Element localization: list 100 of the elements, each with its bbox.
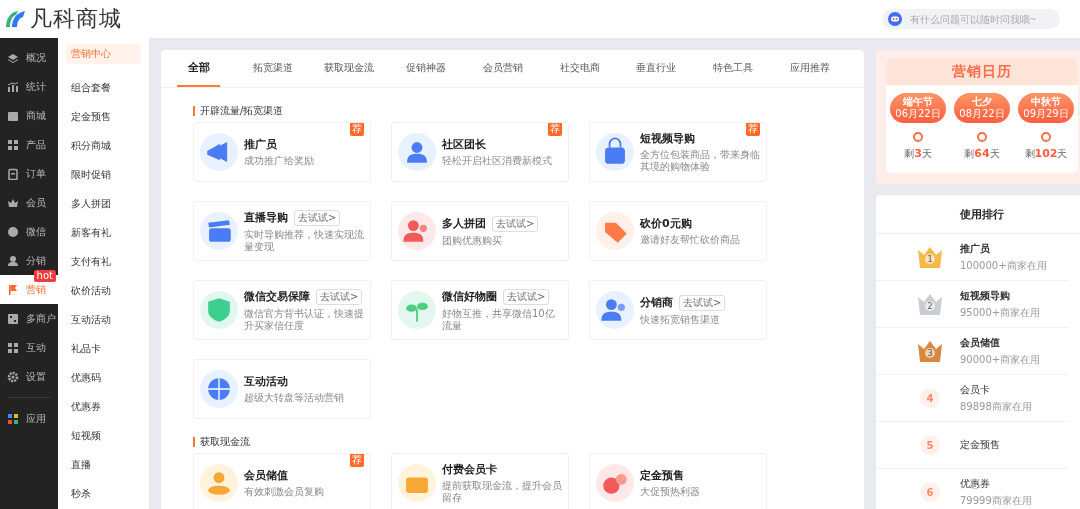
tab[interactable]: 促销神器 xyxy=(387,50,465,87)
ranking-name: 会员储值 xyxy=(960,335,1001,350)
ranking-title: 使用排行 xyxy=(876,195,1080,234)
card-description: 全方位包装商品，带来身临其境的购物体验 xyxy=(640,149,761,173)
card-description: 轻松开启社区消费新模式 xyxy=(442,155,552,167)
nav-item[interactable]: 应用 xyxy=(0,404,58,433)
card-description: 邀请好友帮忙砍价商品 xyxy=(640,234,740,246)
tab[interactable]: 垂直行业 xyxy=(617,50,695,87)
usage-count: 89898商家在用 xyxy=(960,399,1032,414)
tab[interactable]: 应用推荐 xyxy=(771,50,849,87)
recommend-badge: 荐 xyxy=(746,123,760,136)
logo-text: 凡科商城 xyxy=(30,5,122,33)
rank-number: 5 xyxy=(920,435,940,455)
card-title: 多人拼团 xyxy=(442,216,486,231)
card-title: 定金预售 xyxy=(640,468,684,483)
submenu-item[interactable]: 直播 xyxy=(66,450,141,479)
submenu-item[interactable]: 短视频 xyxy=(66,421,141,450)
feature-card[interactable]: 荐 会员储值 有效刺激会员复购 xyxy=(193,453,371,509)
nav-item[interactable]: 概况 xyxy=(0,43,58,72)
festival-name: 中秋节 xyxy=(1031,96,1061,108)
nav-item[interactable]: 会员 xyxy=(0,188,58,217)
feature-card[interactable]: 荐 短视频导购 全方位包装商品，带来身临其境的购物体验 xyxy=(589,122,767,182)
recommend-badge: 荐 xyxy=(548,123,562,136)
submenu-item[interactable]: 互动活动 xyxy=(66,305,141,334)
feature-card[interactable]: 砍价0元购 邀请好友帮忙砍价商品 xyxy=(589,201,767,261)
submenu-item[interactable]: 定金预售 xyxy=(66,102,141,131)
clipboard-icon xyxy=(7,167,19,180)
rank-number: 4 xyxy=(920,388,940,408)
submenu-item[interactable]: 限时促销 xyxy=(66,160,141,189)
try-button[interactable]: 去试试> xyxy=(679,294,726,311)
feature-card[interactable]: 分销商 去试试> 快速拓宽销售渠道 xyxy=(589,280,767,340)
feature-card[interactable]: 微信好物圈 去试试> 好物互推，共享微信10亿流量 xyxy=(391,280,569,340)
wheel-icon xyxy=(200,370,238,408)
days-remaining: 剩3天 xyxy=(904,147,932,161)
shield-icon xyxy=(200,291,238,329)
grid-icon xyxy=(7,138,19,151)
people-icon xyxy=(398,212,436,250)
card-title: 推广员 xyxy=(244,137,277,152)
submenu-item[interactable]: 秒杀 xyxy=(66,479,141,508)
card-title: 微信交易保障 xyxy=(244,289,310,304)
people-icon xyxy=(596,291,634,329)
feature-card[interactable]: 微信交易保障 去试试> 微信官方背书认证，快速提升买家信任度 xyxy=(193,280,371,340)
card-description: 团购优惠购买 xyxy=(442,234,503,247)
try-button[interactable]: 去试试> xyxy=(316,288,363,305)
submenu-item[interactable]: 积分商城 xyxy=(66,131,141,160)
nav-item[interactable]: 微信 xyxy=(0,217,58,246)
tab[interactable]: 获取现金流 xyxy=(311,50,388,87)
submenu-item[interactable]: 优惠码 xyxy=(66,363,141,392)
feature-card[interactable]: 荐 社区团长 轻松开启社区消费新模式 xyxy=(391,122,569,182)
feature-card[interactable]: 付费会员卡 提前获取现金流，提升会员留存 xyxy=(391,453,569,509)
nav-item[interactable]: 统计 xyxy=(0,72,58,101)
tab[interactable]: 社交电商 xyxy=(541,50,618,87)
timeline-dot xyxy=(1041,132,1051,142)
section-title: 开辟流量/拓宽渠道 xyxy=(193,106,864,116)
ranking-name: 推广员 xyxy=(960,241,991,256)
days-remaining: 剩102天 xyxy=(1024,147,1068,161)
card-description: 大促预热利器 xyxy=(640,486,700,498)
festival-name: 端午节 xyxy=(903,96,933,108)
card-title: 微信好物圈 xyxy=(442,289,497,304)
try-button[interactable]: 去试试> xyxy=(503,288,550,305)
card-title: 付费会员卡 xyxy=(442,462,497,477)
submenu-item[interactable]: 礼品卡 xyxy=(66,334,141,363)
nav-item[interactable]: 多商户 xyxy=(0,304,58,333)
card-description: 超级大转盘等活动营销 xyxy=(244,392,344,404)
festival-date: 08月22日 xyxy=(959,108,1005,120)
tab[interactable]: 全部 xyxy=(177,50,221,87)
card-title: 分销商 xyxy=(640,295,673,310)
card-title: 砍价0元购 xyxy=(640,216,692,231)
chart-icon xyxy=(7,80,19,93)
try-button[interactable]: 去试试> xyxy=(492,215,539,232)
submenu-item[interactable]: 组合套餐 xyxy=(66,73,141,102)
ranking-name: 会员卡 xyxy=(960,382,991,397)
submenu-item[interactable]: 多人拼团 xyxy=(66,189,141,218)
logo-icon xyxy=(4,9,26,29)
card-title: 直播导购 xyxy=(244,210,288,225)
nav-item[interactable]: 商城 xyxy=(0,101,58,130)
card-description: 实时导购推荐，快速实现流量变现 xyxy=(244,228,365,253)
feature-card[interactable]: 荐 推广员 成功推广给奖励 xyxy=(193,122,371,182)
timeline-dot xyxy=(977,132,987,142)
tab[interactable]: 特色工具 xyxy=(694,50,772,87)
nav-item[interactable]: 设置 xyxy=(0,362,58,391)
feature-card[interactable]: 多人拼团 去试试> 团购优惠购买 xyxy=(391,201,569,261)
submenu-item[interactable]: 支付有礼 xyxy=(66,247,141,276)
feature-card[interactable]: 定金预售 大促预热利器 xyxy=(589,453,767,509)
timeline-dot xyxy=(913,132,923,142)
nav-item[interactable]: 订单 xyxy=(0,159,58,188)
tab[interactable]: 拓宽渠道 xyxy=(234,50,311,87)
submenu-item[interactable]: 新客有礼 xyxy=(66,218,141,247)
feature-card[interactable]: 互动活动 超级大转盘等活动营销 xyxy=(193,359,371,419)
search-field[interactable]: 有什么问题可以随时问我哦~ xyxy=(882,9,1060,29)
try-button[interactable]: 去试试> xyxy=(294,209,341,226)
feature-card[interactable]: 直播导购 去试试> 实时导购推荐，快速实现流量变现 xyxy=(193,201,371,261)
tab[interactable]: 会员营销 xyxy=(464,50,542,87)
card-description: 成功推广给奖励 xyxy=(244,155,314,167)
usage-count: 90000+商家在用 xyxy=(960,352,1041,367)
usage-count: 100000+商家在用 xyxy=(960,258,1047,273)
nav-item[interactable]: 互动 xyxy=(0,333,58,362)
nav-item[interactable]: 产品 xyxy=(0,130,58,159)
submenu-item[interactable]: 优惠券 xyxy=(66,392,141,421)
submenu-item[interactable]: 砍价活动 xyxy=(66,276,141,305)
